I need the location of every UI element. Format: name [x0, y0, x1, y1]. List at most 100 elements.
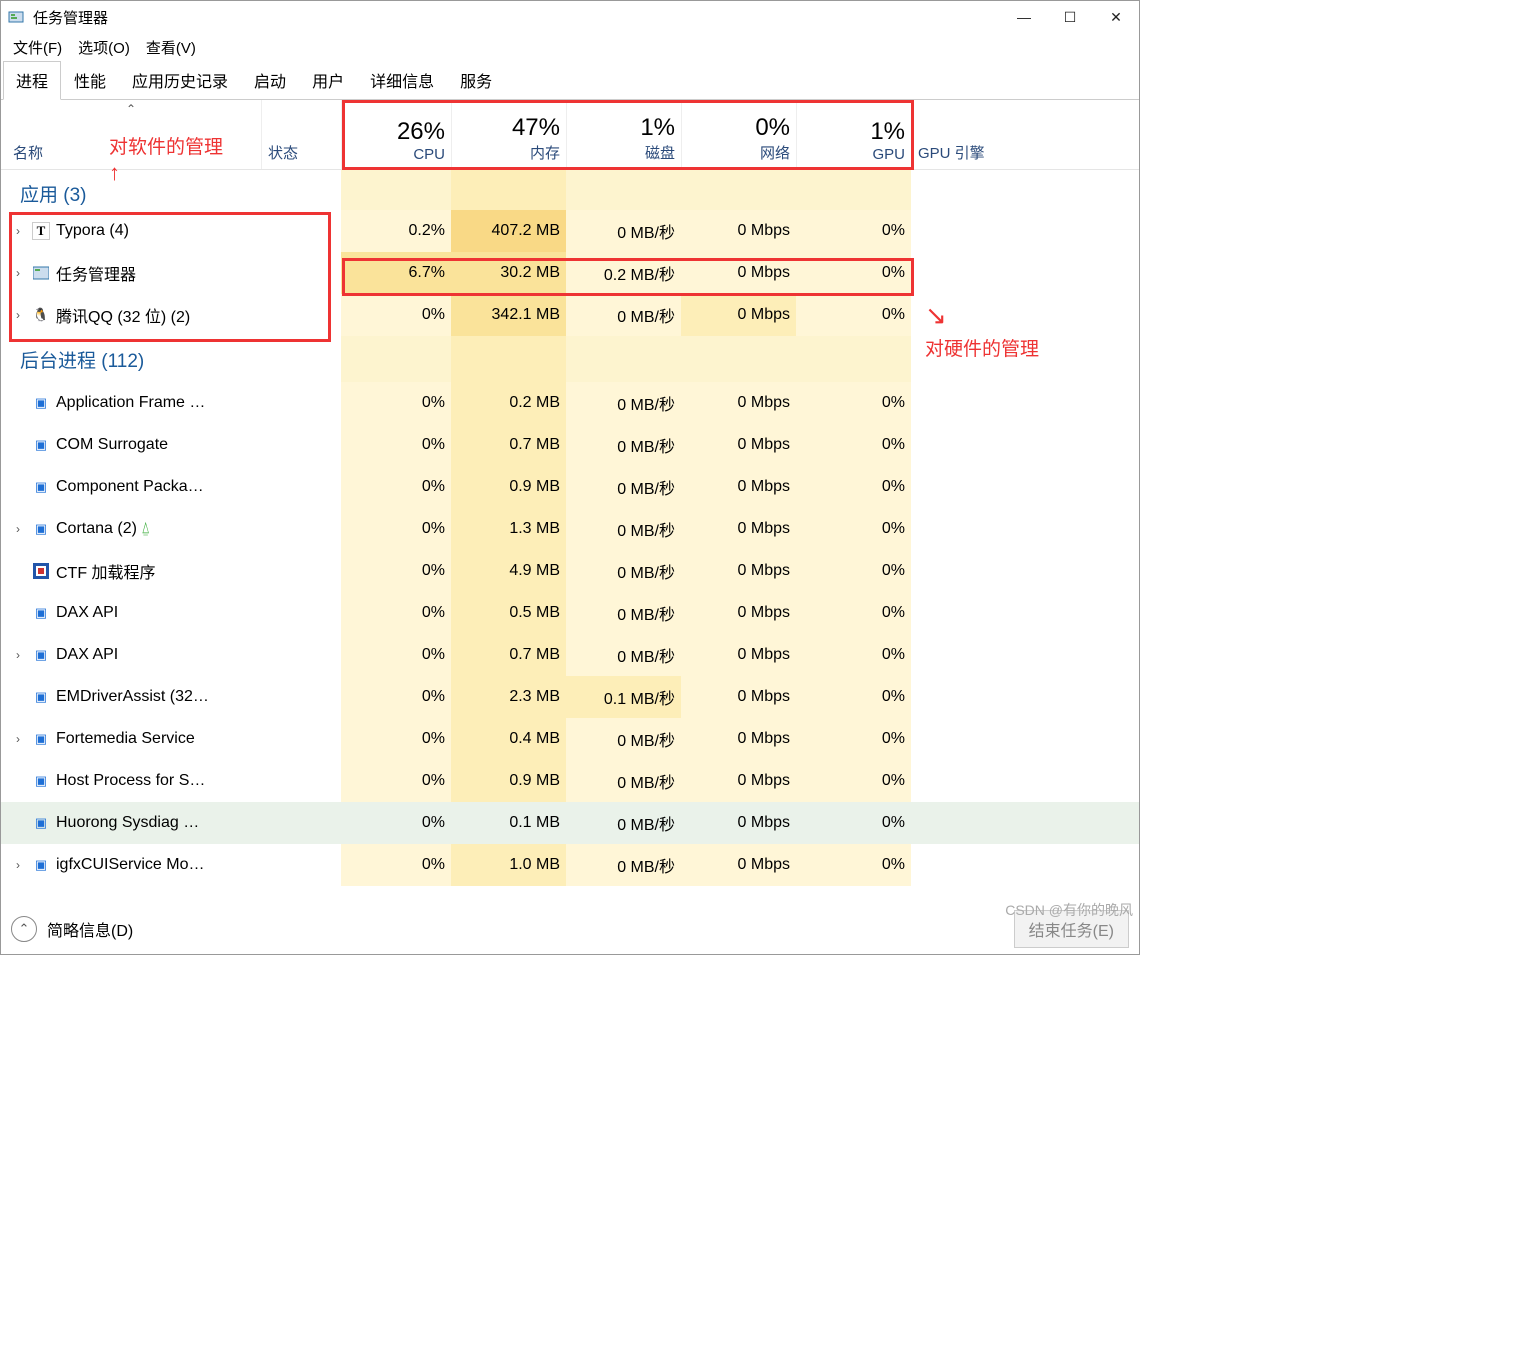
process-row[interactable]: › 🐧 腾讯QQ (32 位) (2) 0% 342.1 MB 0 MB/秒 0… [1, 294, 1139, 336]
menu-file[interactable]: 文件(F) [5, 35, 70, 60]
disk-cell: 0 MB/秒 [566, 760, 681, 802]
disk-cell: 0 MB/秒 [566, 550, 681, 592]
gpu-cell: 0% [796, 466, 911, 508]
tab-services[interactable]: 服务 [447, 61, 505, 99]
process-row[interactable]: › ▣ Fortemedia Service 0% 0.4 MB 0 MB/秒 … [1, 718, 1139, 760]
process-row[interactable]: ▣ Component Packa… 0% 0.9 MB 0 MB/秒 0 Mb… [1, 466, 1139, 508]
menu-view[interactable]: 查看(V) [138, 35, 204, 60]
gpu-engine-cell [911, 550, 1139, 592]
header-status-label: 状态 [268, 142, 335, 163]
header-gpu[interactable]: 1% GPU [796, 100, 911, 169]
gpu-cell: 0% [796, 294, 911, 336]
header-status[interactable]: 状态 [261, 100, 341, 169]
process-name: Cortana (2) [56, 520, 137, 538]
process-row[interactable]: ▣ DAX API 0% 0.5 MB 0 MB/秒 0 Mbps 0% [1, 592, 1139, 634]
process-name: EMDriverAssist (32… [56, 688, 209, 706]
process-name: 任务管理器 [56, 261, 136, 285]
disk-cell: 0 MB/秒 [566, 294, 681, 336]
horizontal-scrollbar[interactable] [1, 886, 1139, 904]
mem-cell: 30.2 MB [451, 252, 566, 294]
tab-performance[interactable]: 性能 [61, 61, 119, 99]
minimize-button[interactable]: — [1001, 1, 1047, 33]
header-network[interactable]: 0% 网络 [681, 100, 796, 169]
process-row[interactable]: › T Typora (4) 0.2% 407.2 MB 0 MB/秒 0 Mb… [1, 210, 1139, 252]
tab-details[interactable]: 详细信息 [357, 61, 447, 99]
end-task-button[interactable]: 结束任务(E) [1014, 910, 1129, 948]
gpu-engine-cell [911, 466, 1139, 508]
process-name: Application Frame … [56, 394, 205, 412]
gpu-cell: 0% [796, 802, 911, 844]
process-name: COM Surrogate [56, 436, 168, 454]
cpu-cell: 0% [341, 760, 451, 802]
net-cell: 0 Mbps [681, 252, 796, 294]
gpu-cell: 0% [796, 252, 911, 294]
maximize-button[interactable]: ☐ [1047, 1, 1093, 33]
header-name[interactable]: ⌃ 名称 [1, 100, 261, 169]
expand-chevron-icon[interactable]: › [8, 648, 28, 662]
mem-cell: 0.7 MB [451, 424, 566, 466]
gpu-cell: 0% [796, 382, 911, 424]
gpu-engine-cell [911, 382, 1139, 424]
mem-cell: 0.2 MB [451, 382, 566, 424]
mem-cell: 0.9 MB [451, 760, 566, 802]
group-header-apps[interactable]: 应用 (3) [1, 170, 1139, 210]
cpu-cell: 0% [341, 550, 451, 592]
tab-apphistory[interactable]: 应用历史记录 [119, 61, 241, 99]
group-header-bg[interactable]: 后台进程 (112) [1, 336, 1139, 382]
disk-cell: 0 MB/秒 [566, 382, 681, 424]
process-row[interactable]: ▣ Huorong Sysdiag … 0% 0.1 MB 0 MB/秒 0 M… [1, 802, 1139, 844]
process-row[interactable]: CTF 加载程序 0% 4.9 MB 0 MB/秒 0 Mbps 0% [1, 550, 1139, 592]
process-row[interactable]: › ▣ Cortana (2)⍙ 0% 1.3 MB 0 MB/秒 0 Mbps… [1, 508, 1139, 550]
disk-cell: 0.1 MB/秒 [566, 676, 681, 718]
expand-chevron-icon[interactable]: › [8, 732, 28, 746]
gpu-cell: 0% [796, 210, 911, 252]
cpu-cell: 0% [341, 424, 451, 466]
expand-chevron-icon[interactable]: › [8, 858, 28, 872]
gpu-cell: 0% [796, 592, 911, 634]
disk-cell: 0 MB/秒 [566, 592, 681, 634]
process-name-cell: CTF 加载程序 [1, 550, 261, 592]
disk-cell: 0 MB/秒 [566, 718, 681, 760]
header-cpu[interactable]: 26% CPU [341, 100, 451, 169]
close-button[interactable]: ✕ [1093, 1, 1139, 33]
expand-chevron-icon[interactable]: › [8, 266, 28, 280]
process-row[interactable]: ▣ Host Process for S… 0% 0.9 MB 0 MB/秒 0… [1, 760, 1139, 802]
fewer-details-label: 简略信息(D) [47, 917, 133, 941]
header-gpu-engine[interactable]: GPU 引擎 [911, 100, 1139, 169]
fewer-details-button[interactable]: ⌃ 简略信息(D) [11, 916, 133, 942]
expand-chevron-icon[interactable]: › [8, 308, 28, 322]
process-row[interactable]: › 任务管理器 6.7% 30.2 MB 0.2 MB/秒 0 Mbps 0% [1, 252, 1139, 294]
tab-users[interactable]: 用户 [299, 61, 357, 99]
gpu-engine-cell [911, 844, 1139, 886]
gpu-cell: 0% [796, 844, 911, 886]
process-name-cell: ▣ Application Frame … [1, 382, 261, 424]
title-bar: 任务管理器 — ☐ ✕ [1, 1, 1139, 33]
process-row[interactable]: ▣ Application Frame … 0% 0.2 MB 0 MB/秒 0… [1, 382, 1139, 424]
header-disk[interactable]: 1% 磁盘 [566, 100, 681, 169]
process-row[interactable]: ▣ COM Surrogate 0% 0.7 MB 0 MB/秒 0 Mbps … [1, 424, 1139, 466]
expand-chevron-icon[interactable]: › [8, 224, 28, 238]
process-row[interactable]: › ▣ DAX API 0% 0.7 MB 0 MB/秒 0 Mbps 0% [1, 634, 1139, 676]
cpu-cell: 0% [341, 718, 451, 760]
grid-body[interactable]: 应用 (3) › T Typora (4) 0.2% 407.2 MB 0 MB… [1, 170, 1139, 886]
header-memory[interactable]: 47% 内存 [451, 100, 566, 169]
gpu-cell: 0% [796, 508, 911, 550]
process-name-cell: › 🐧 腾讯QQ (32 位) (2) [1, 294, 261, 336]
cpu-cell: 0% [341, 844, 451, 886]
footer: ⌃ 简略信息(D) 结束任务(E) [1, 904, 1139, 954]
gpu-engine-cell [911, 252, 1139, 294]
disk-cell: 0 MB/秒 [566, 210, 681, 252]
process-row[interactable]: ▣ EMDriverAssist (32… 0% 2.3 MB 0.1 MB/秒… [1, 676, 1139, 718]
tab-startup[interactable]: 启动 [241, 61, 299, 99]
expand-chevron-icon[interactable]: › [8, 522, 28, 536]
mem-cell: 0.5 MB [451, 592, 566, 634]
gpu-cell: 0% [796, 424, 911, 466]
cpu-percent: 26% [348, 118, 445, 146]
mem-cell: 4.9 MB [451, 550, 566, 592]
chevron-up-icon: ⌃ [11, 916, 37, 942]
tab-processes[interactable]: 进程 [3, 61, 61, 100]
status-cell [261, 294, 341, 336]
process-row[interactable]: › ▣ igfxCUIService Mo… 0% 1.0 MB 0 MB/秒 … [1, 844, 1139, 886]
mem-cell: 407.2 MB [451, 210, 566, 252]
menu-options[interactable]: 选项(O) [70, 35, 138, 60]
